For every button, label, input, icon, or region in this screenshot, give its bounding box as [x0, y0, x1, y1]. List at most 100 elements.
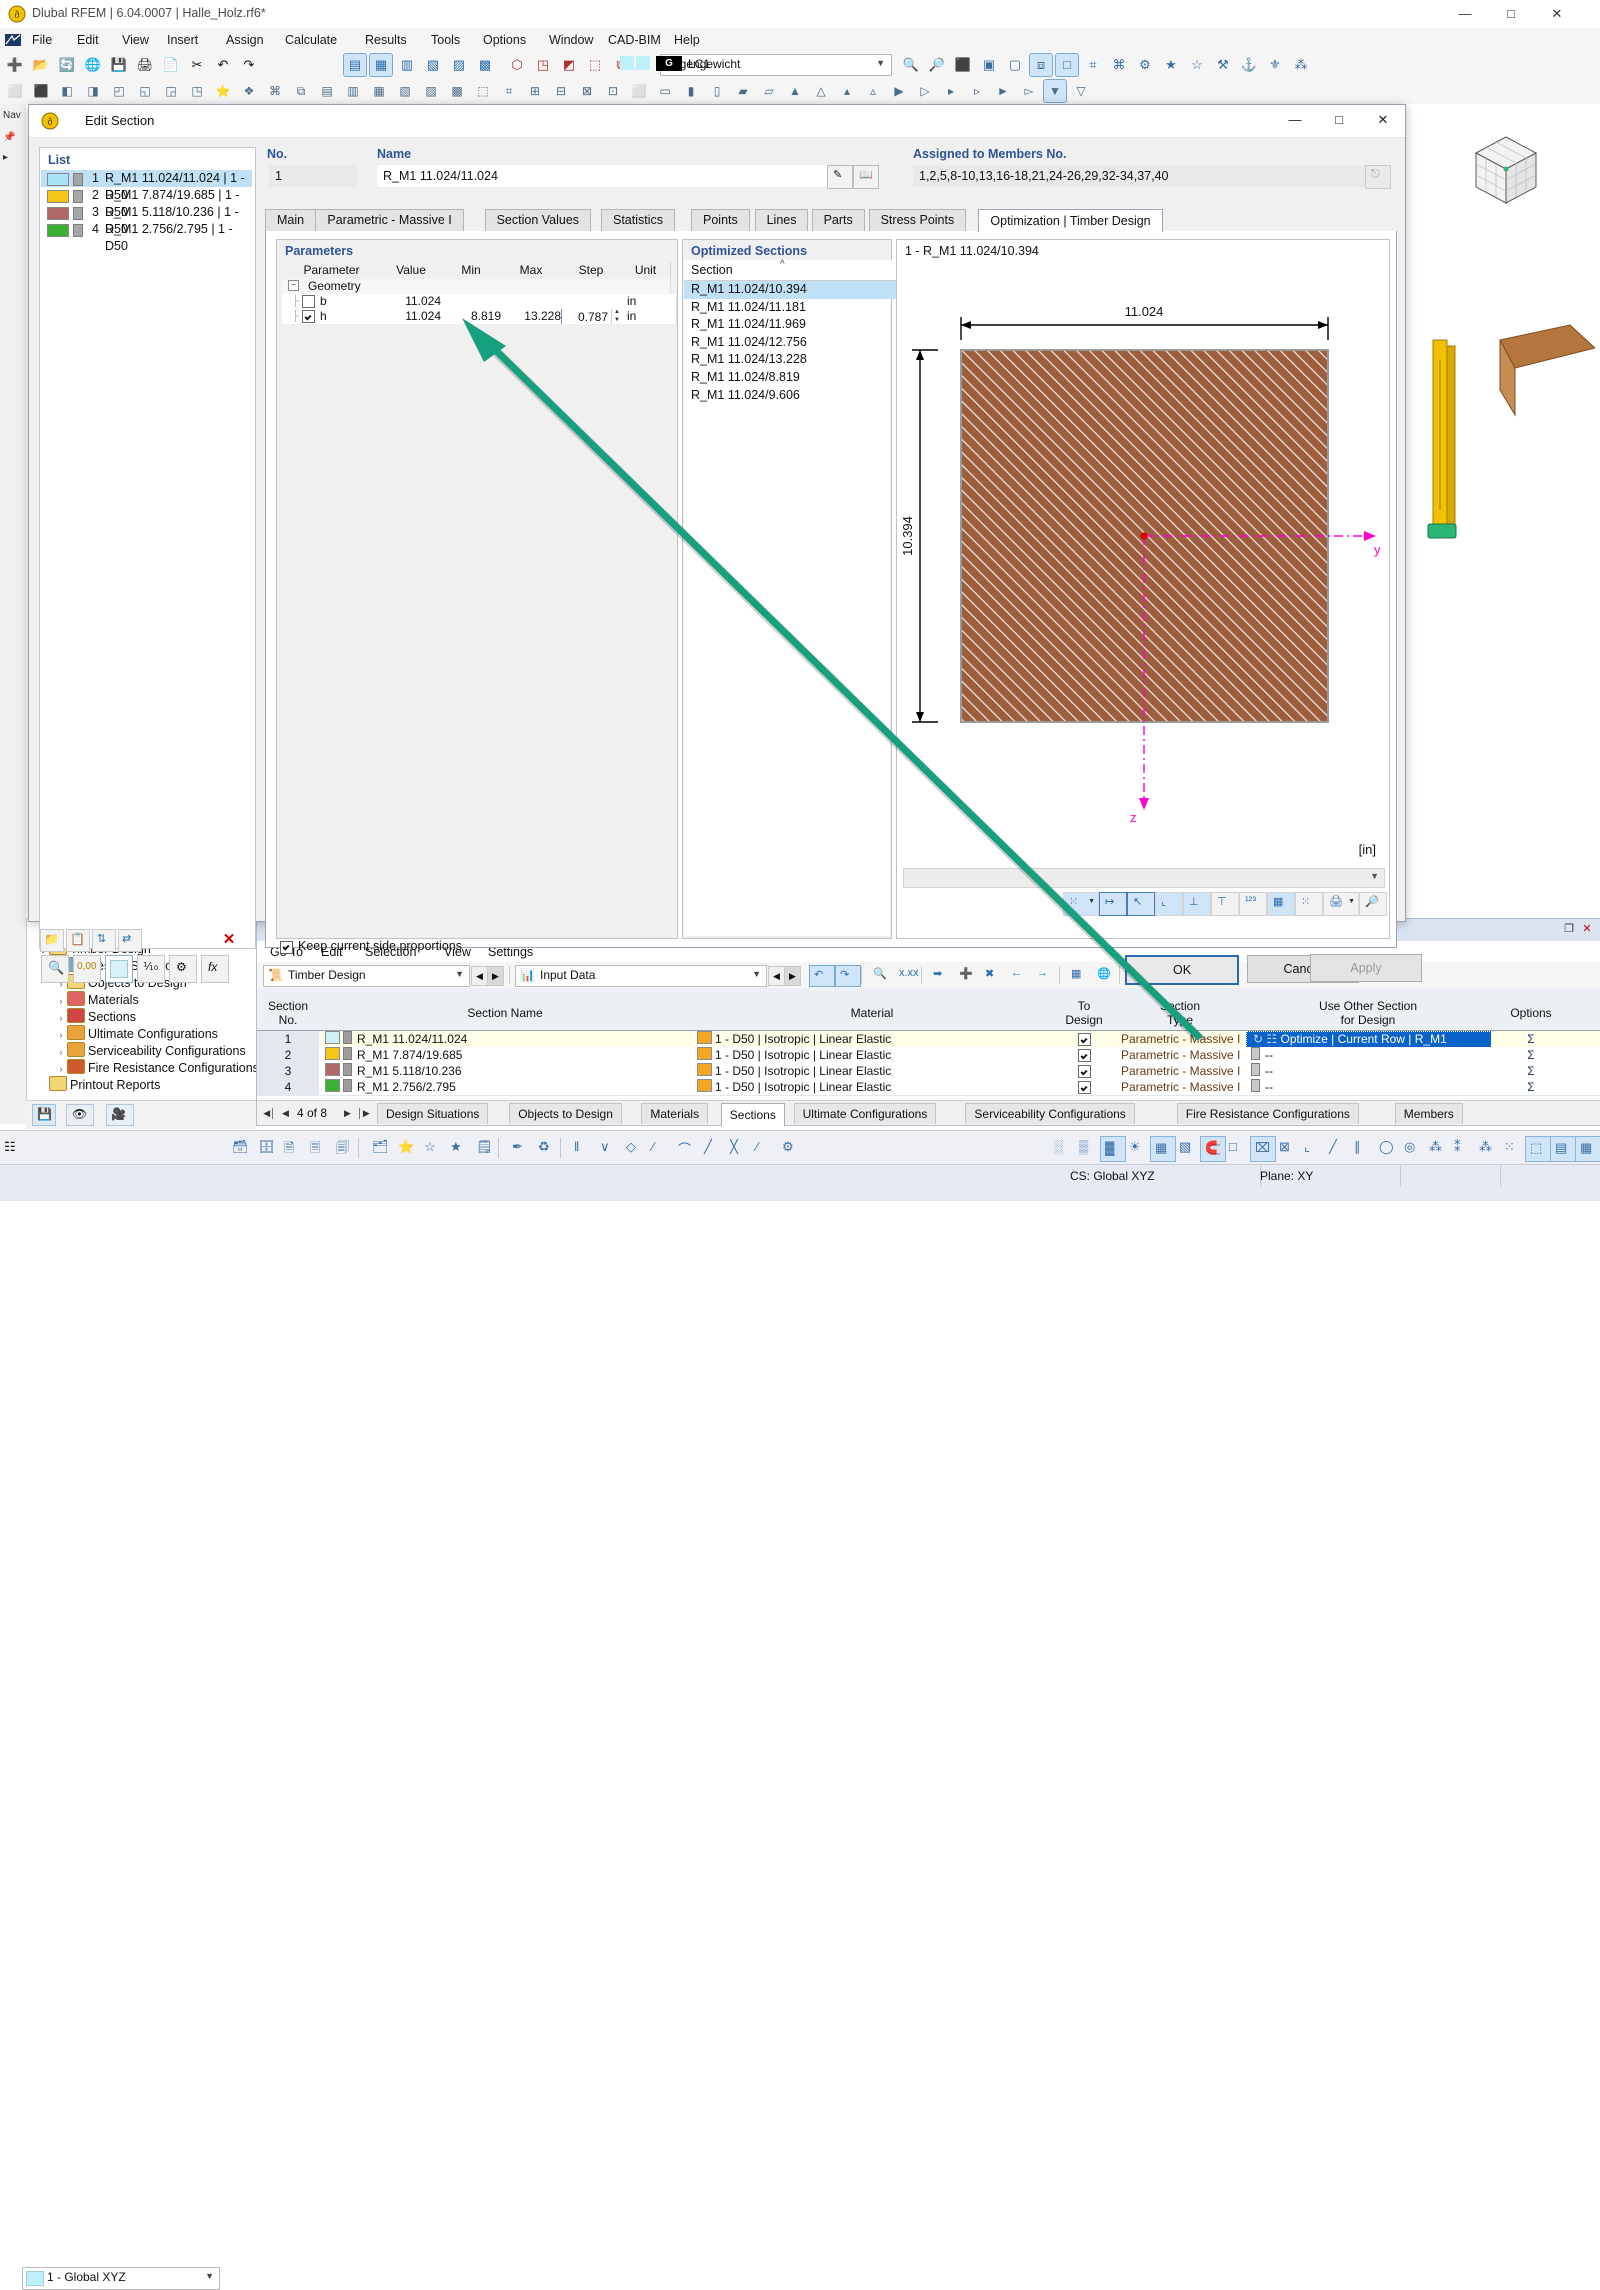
param-cell-step[interactable]	[561, 294, 630, 310]
dialog-decimals-icon[interactable]: 0,00	[73, 955, 101, 983]
status-tool-icon-10[interactable]: 🗒	[472, 1136, 496, 1160]
cell-use-other-section[interactable]: ↻ ☷ Optimize | Current Row | R_M1	[1245, 1031, 1492, 1048]
toolbar2-icon-23[interactable]: ⊡	[602, 80, 624, 102]
toolbar1-right-icon-12[interactable]: ⚒	[1212, 54, 1234, 76]
snap-tool-icon-2[interactable]: ▓	[1100, 1136, 1126, 1162]
param-row[interactable]: ├ h 11.024 8.819 13.228 0.787 ▲ ▼ in	[282, 309, 677, 325]
snap-tool-icon-15[interactable]: ⁂	[1425, 1136, 1449, 1160]
snap-tool-icon-8[interactable]: ⌧	[1250, 1136, 1276, 1162]
to-design-checkbox[interactable]	[1078, 1033, 1091, 1046]
toolbar2-icon-33[interactable]: ▵	[862, 80, 884, 102]
apply-button[interactable]: Apply	[1310, 954, 1422, 982]
preview-stress-points-icon[interactable]: ⊥	[1183, 892, 1211, 916]
status-tool-icon-18[interactable]: ∕	[648, 1136, 672, 1160]
param-cell-min[interactable]: 8.819	[441, 309, 510, 325]
nav-item-fire-resistance-configurations[interactable]: › Fire Resistance Configurations	[55, 1059, 259, 1076]
optimized-section-item[interactable]: R_M1 11.024/12.756	[684, 334, 897, 352]
toolbar2-icon-3[interactable]: ◨	[82, 80, 104, 102]
preview-axes-icon[interactable]: ↖	[1127, 892, 1155, 916]
menu-insert[interactable]: Insert	[159, 31, 206, 49]
nav-item-printout-reports[interactable]: Printout Reports	[37, 1076, 257, 1093]
status-tool-icon-17[interactable]: ◇	[622, 1136, 646, 1160]
app-menu-icon[interactable]	[4, 32, 22, 48]
toolbar2-icon-4[interactable]: ◰	[108, 80, 130, 102]
footer-tab-members[interactable]: Members	[1394, 1103, 1463, 1124]
table-row[interactable]: 3 R_M1 5.118/10.236 1 - D50 | Isotropic | …	[257, 1063, 1600, 1080]
cell-comment[interactable]	[1571, 1047, 1600, 1064]
dialog-function-icon[interactable]: fx	[201, 955, 229, 983]
param-step-value[interactable]: 0.787	[578, 309, 608, 324]
toolbar2-icon-38[interactable]: ►	[992, 80, 1014, 102]
menu-tools[interactable]: Tools	[423, 31, 468, 49]
toolbar2-icon-24[interactable]: ⬜	[628, 80, 650, 102]
table-row[interactable]: 4 R_M1 2.756/2.795 1 - D50 | Isotropic | L…	[257, 1079, 1600, 1096]
footer-tab-design-situations[interactable]: Design Situations	[377, 1103, 489, 1124]
navigator-pin-icon[interactable]: 📌	[3, 132, 15, 143]
toolbar2-icon-30[interactable]: ▲	[784, 80, 806, 102]
snap-tool-icon-18[interactable]: ⁙	[1500, 1136, 1524, 1160]
toolbar2-icon-34[interactable]: ▶	[888, 80, 910, 102]
nav-item-sections[interactable]: › Sections	[55, 1008, 257, 1025]
footer-tab-objects-to-design[interactable]: Objects to Design	[509, 1103, 622, 1124]
sort-sections-icon[interactable]: ⇅	[92, 929, 116, 952]
menu-cad-bim[interactable]: CAD-BIM	[600, 31, 669, 49]
toolbar2-icon-15[interactable]: ▧	[394, 80, 416, 102]
nav-item-ultimate-configurations[interactable]: › Ultimate Configurations	[55, 1025, 257, 1042]
cell-comment[interactable]	[1571, 1063, 1600, 1080]
toolbar1-right-icon-10[interactable]: ★	[1160, 54, 1182, 76]
param-cell-max[interactable]: 13.228	[501, 309, 570, 325]
preview-centroid-icon[interactable]: ⊤	[1211, 892, 1239, 916]
chevron-down-icon[interactable]: ▼	[1088, 898, 1095, 905]
cell-section-name[interactable]: R_M1 2.756/2.795	[319, 1079, 698, 1096]
navigator-expand-icon[interactable]: ▸	[3, 152, 8, 163]
table-close-button[interactable]: ✕	[1579, 921, 1595, 937]
cell-to-design[interactable]	[1053, 1079, 1116, 1096]
toolbar2-icon-9[interactable]: ❖	[238, 80, 260, 102]
preview-zoom-reset-icon[interactable]: 🔎	[1359, 892, 1387, 916]
cell-use-other-section[interactable]: --	[1245, 1063, 1498, 1080]
snap-tool-icon-9[interactable]: ⊠	[1275, 1136, 1299, 1160]
dialog-info-icon[interactable]: 🔍	[41, 955, 69, 983]
status-tool-icon-7[interactable]: ⭐	[394, 1136, 418, 1160]
dialog-settings-icon[interactable]: ⚙	[169, 955, 197, 983]
param-col-min[interactable]: Min	[441, 262, 502, 280]
optimized-section-item[interactable]: R_M1 11.024/13.228	[684, 351, 897, 369]
optimized-section-item[interactable]: R_M1 11.024/10.394	[684, 281, 897, 299]
sections-grid[interactable]: Section No. Section Name Material To Design Se…	[257, 988, 1600, 1100]
toolbar2-icon-35[interactable]: ▷	[914, 80, 936, 102]
snap-tool-icon-4[interactable]: ▦	[1150, 1136, 1176, 1162]
last-record-button[interactable]: │▶	[357, 1106, 370, 1120]
toolbar2-icon-10[interactable]: ⌘	[264, 80, 286, 102]
section-no-input[interactable]: 1	[269, 165, 357, 187]
cell-comment[interactable]	[1571, 1079, 1600, 1096]
cell-material[interactable]: 1 - D50 | Isotropic | Linear Elastic	[691, 1031, 1060, 1048]
dialog-color-icon[interactable]	[105, 955, 133, 983]
param-cell-unit[interactable]: in	[621, 309, 677, 325]
toolbar1-right-icon-13[interactable]: ⚓	[1238, 54, 1260, 76]
toolbar2-icon-20[interactable]: ⊞	[524, 80, 546, 102]
footer-tab-serviceability-configurations[interactable]: Serviceability Configurations	[965, 1103, 1135, 1124]
footer-tab-materials[interactable]: Materials	[641, 1103, 709, 1124]
table-restore-button[interactable]: ❐	[1561, 921, 1577, 937]
preview-print-icon[interactable]: 🖨 ▼	[1323, 892, 1359, 916]
toolbar1-icon-3[interactable]: 🌐	[82, 54, 104, 76]
preview-points-icon[interactable]: ⁙ ▼	[1063, 892, 1099, 916]
toolbar1-right-icon-6[interactable]: □	[1055, 53, 1079, 77]
toolbar1-icon-9[interactable]: ↷	[238, 54, 260, 76]
toolbar2-icon-36[interactable]: ▸	[940, 80, 962, 102]
toolbar1-right-icon-0[interactable]: 🔍	[900, 54, 922, 76]
snap-tool-icon-3[interactable]: ☀	[1125, 1136, 1149, 1160]
to-design-checkbox[interactable]	[1078, 1065, 1091, 1078]
grid-header-section-name[interactable]: Section Name	[319, 998, 692, 1031]
cell-section-type[interactable]: Parametric - Massive I	[1115, 1031, 1252, 1048]
tab-stress-points[interactable]: Stress Points	[868, 209, 967, 231]
status-tool-icon-2[interactable]: 🗎	[280, 1136, 304, 1160]
spinner-up-icon[interactable]: ▲	[614, 309, 620, 316]
cell-use-other-section[interactable]: --	[1245, 1079, 1498, 1096]
param-col-value[interactable]: Value	[381, 262, 442, 280]
tab-optimization-timber-design[interactable]: Optimization | Timber Design	[978, 209, 1163, 232]
view-mode-icon-5[interactable]: ▩	[474, 54, 496, 76]
snap-tool-icon-10[interactable]: ⌞	[1300, 1136, 1324, 1160]
snap-tool-icon-12[interactable]: ∥	[1350, 1136, 1374, 1160]
toolbar1-icon-8[interactable]: ↶	[212, 54, 234, 76]
